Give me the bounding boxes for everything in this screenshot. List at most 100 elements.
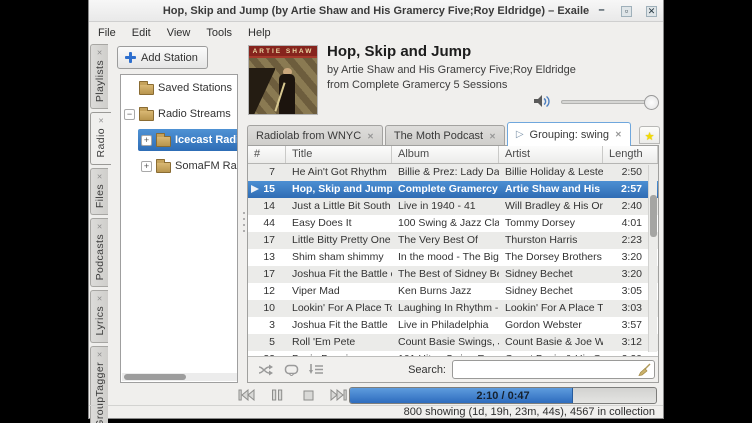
cell-artist: Lookin' For A Place To Park bbox=[499, 300, 603, 317]
maximize-button[interactable]: ▫ bbox=[621, 6, 632, 17]
sidebar-tab-strip: ✕Playlists✕Radio✕Files✕Podcasts✕Lyrics✕G… bbox=[90, 44, 111, 423]
close-button[interactable]: ✕ bbox=[646, 6, 657, 17]
seek-progress-bar[interactable]: 2:10 / 0:47 bbox=[349, 387, 657, 404]
menu-file[interactable]: File bbox=[98, 27, 116, 39]
close-icon[interactable]: ✕ bbox=[615, 130, 622, 139]
table-row[interactable]: 17Little Bitty Pretty OneThe Very Best O… bbox=[248, 232, 658, 249]
stop-button[interactable] bbox=[297, 388, 319, 403]
station-tree-items: Saved Stations − Radio Streams +Icecast Rad… bbox=[121, 75, 237, 179]
sidebar-tab-playlists[interactable]: ✕ Playlists bbox=[90, 44, 108, 109]
close-icon[interactable]: ✕ bbox=[367, 132, 374, 141]
close-icon[interactable]: ✕ bbox=[97, 223, 103, 231]
add-station-button[interactable]: Add Station bbox=[117, 46, 208, 69]
close-icon[interactable]: ✕ bbox=[97, 173, 103, 181]
table-row[interactable]: 44Easy Does It100 Swing & Jazz ClassicsT… bbox=[248, 215, 658, 232]
album-art: ARTIE SHAW bbox=[248, 45, 318, 115]
playlist-tab-the-moth-podcast[interactable]: The Moth Podcast✕ bbox=[385, 125, 505, 146]
sidebar-tab-label: Podcasts bbox=[94, 234, 106, 280]
cell-num: 14 bbox=[248, 198, 286, 215]
expander-icon[interactable]: − bbox=[124, 109, 135, 120]
pane-splitter-handle[interactable] bbox=[242, 212, 245, 238]
table-row[interactable]: 10Lookin' For A Place To ParkLaughing In… bbox=[248, 300, 658, 317]
sidebar-tab-files[interactable]: ✕Files bbox=[90, 168, 108, 215]
cell-num: 7 bbox=[248, 164, 286, 181]
tree-item-saved-stations[interactable]: Saved Stations bbox=[121, 75, 237, 101]
title-bar[interactable]: Hop, Skip and Jump (by Artie Shaw and Hi… bbox=[89, 0, 663, 22]
cell-title: Easy Does It bbox=[286, 215, 392, 232]
volume-slider-handle[interactable] bbox=[644, 95, 659, 110]
volume-slider[interactable] bbox=[561, 100, 653, 104]
minimize-button[interactable]: – bbox=[596, 6, 607, 17]
cell-album: Count Basie Swings, Joe … bbox=[392, 334, 499, 351]
repeat-icon[interactable] bbox=[284, 364, 299, 376]
shuffle-icon[interactable] bbox=[258, 364, 274, 376]
tree-item-label: Radio Streams bbox=[158, 108, 231, 120]
progress-time-text: 2:10 / 0:47 bbox=[350, 390, 656, 402]
close-icon[interactable]: ✕ bbox=[98, 117, 104, 125]
cell-artist: Sidney Bechet bbox=[499, 283, 603, 300]
new-playlist-button[interactable]: ★ bbox=[639, 126, 660, 144]
menu-edit[interactable]: Edit bbox=[132, 27, 151, 39]
tree-item-icecast-radio[interactable]: +Icecast Radio bbox=[121, 127, 237, 153]
table-row[interactable]: 15Hop, Skip and JumpComplete Gramercy 5 … bbox=[248, 181, 658, 198]
window-controls: – ▫ ✕ bbox=[596, 0, 657, 22]
folder-icon bbox=[139, 110, 154, 121]
previous-button[interactable] bbox=[235, 388, 257, 403]
cell-artist: Tommy Dorsey bbox=[499, 215, 603, 232]
table-row[interactable]: 14Just a Little Bit South of …Live in 19… bbox=[248, 198, 658, 215]
table-row[interactable]: 3Joshua Fit the BattleLive in Philadelph… bbox=[248, 317, 658, 334]
tree-item-radio-streams[interactable]: − Radio Streams bbox=[121, 101, 237, 127]
sidebar-tab-radio[interactable]: ✕Radio bbox=[90, 112, 111, 164]
expander-icon[interactable]: + bbox=[141, 161, 152, 172]
dynamic-icon[interactable] bbox=[309, 364, 324, 376]
radio-panel: Add Station Saved Stations − Radio Streams… bbox=[111, 42, 241, 385]
collection-status-text: 800 showing (1d, 19h, 23m, 44s), 4567 in… bbox=[404, 406, 655, 418]
playlist-vertical-scrollbar[interactable] bbox=[648, 165, 657, 352]
column-header-length[interactable]: Length bbox=[603, 146, 658, 163]
close-icon[interactable]: ✕ bbox=[489, 132, 496, 141]
table-row[interactable]: 5Roll 'Em PeteCount Basie Swings, Joe …C… bbox=[248, 334, 658, 351]
menu-help[interactable]: Help bbox=[248, 27, 271, 39]
menu-view[interactable]: View bbox=[167, 27, 191, 39]
close-icon[interactable]: ✕ bbox=[97, 49, 103, 57]
cell-num: 17 bbox=[248, 266, 286, 283]
tree-item-label: SomaFM Radio bbox=[175, 160, 238, 172]
table-row[interactable]: 17Joshua Fit the Battle of J…The Best of… bbox=[248, 266, 658, 283]
menu-bar: File Edit View Tools Help bbox=[89, 23, 663, 42]
search-input[interactable] bbox=[452, 360, 655, 379]
expander-icon[interactable]: + bbox=[141, 135, 152, 146]
playlist-tab-radiolab-from-wnyc[interactable]: Radiolab from WNYC✕ bbox=[247, 125, 383, 146]
sidebar-tab-podcasts[interactable]: ✕ Podcasts bbox=[90, 218, 108, 287]
clear-search-broom-icon[interactable] bbox=[637, 363, 652, 377]
playlist-tab-bar: Radiolab from WNYC✕The Moth Podcast✕▷Gro… bbox=[247, 122, 631, 146]
playlist-rows: 7He Ain't Got RhythmBillie & Prez: Lady … bbox=[248, 164, 658, 356]
column-header-album[interactable]: Album bbox=[392, 146, 499, 163]
menu-tools[interactable]: Tools bbox=[206, 27, 232, 39]
cell-title: Just a Little Bit South of … bbox=[286, 198, 392, 215]
cell-title: Lookin' For A Place To Park bbox=[286, 300, 392, 317]
column-header-[interactable]: # bbox=[248, 146, 286, 163]
cell-num: 5 bbox=[248, 334, 286, 351]
cell-album: The Best of Sidney Bechet… bbox=[392, 266, 499, 283]
scrollbar-thumb[interactable] bbox=[650, 195, 657, 237]
now-playing-title: Hop, Skip and Jump bbox=[327, 43, 471, 60]
pause-button[interactable] bbox=[266, 388, 288, 403]
star-icon: ★ bbox=[645, 131, 655, 143]
sidebar-tab-lyrics[interactable]: ✕Lyrics bbox=[90, 290, 108, 342]
cell-album: In the mood - The Big Ban… bbox=[392, 249, 499, 266]
close-icon[interactable]: ✕ bbox=[97, 351, 103, 359]
tree-item-somafm-radio[interactable]: + SomaFM Radio bbox=[121, 153, 237, 179]
column-header-artist[interactable]: Artist bbox=[499, 146, 603, 163]
sidebar-tab-label: Playlists bbox=[94, 60, 106, 102]
volume-control bbox=[533, 93, 657, 111]
tree-horizontal-scrollbar[interactable] bbox=[122, 373, 238, 381]
table-row[interactable]: 7He Ain't Got RhythmBillie & Prez: Lady … bbox=[248, 164, 658, 181]
table-row[interactable]: 13Shim sham shimmyIn the mood - The Big … bbox=[248, 249, 658, 266]
playlist-tab-grouping-swing[interactable]: ▷Grouping: swing✕ bbox=[507, 122, 631, 146]
cell-artist: Sidney Bechet bbox=[499, 266, 603, 283]
close-icon[interactable]: ✕ bbox=[97, 295, 103, 303]
table-row[interactable]: 12Viper MadKen Burns JazzSidney Bechet3:… bbox=[248, 283, 658, 300]
column-header-title[interactable]: Title bbox=[286, 146, 392, 163]
scrollbar-thumb[interactable] bbox=[124, 374, 186, 380]
next-button[interactable] bbox=[328, 388, 350, 403]
